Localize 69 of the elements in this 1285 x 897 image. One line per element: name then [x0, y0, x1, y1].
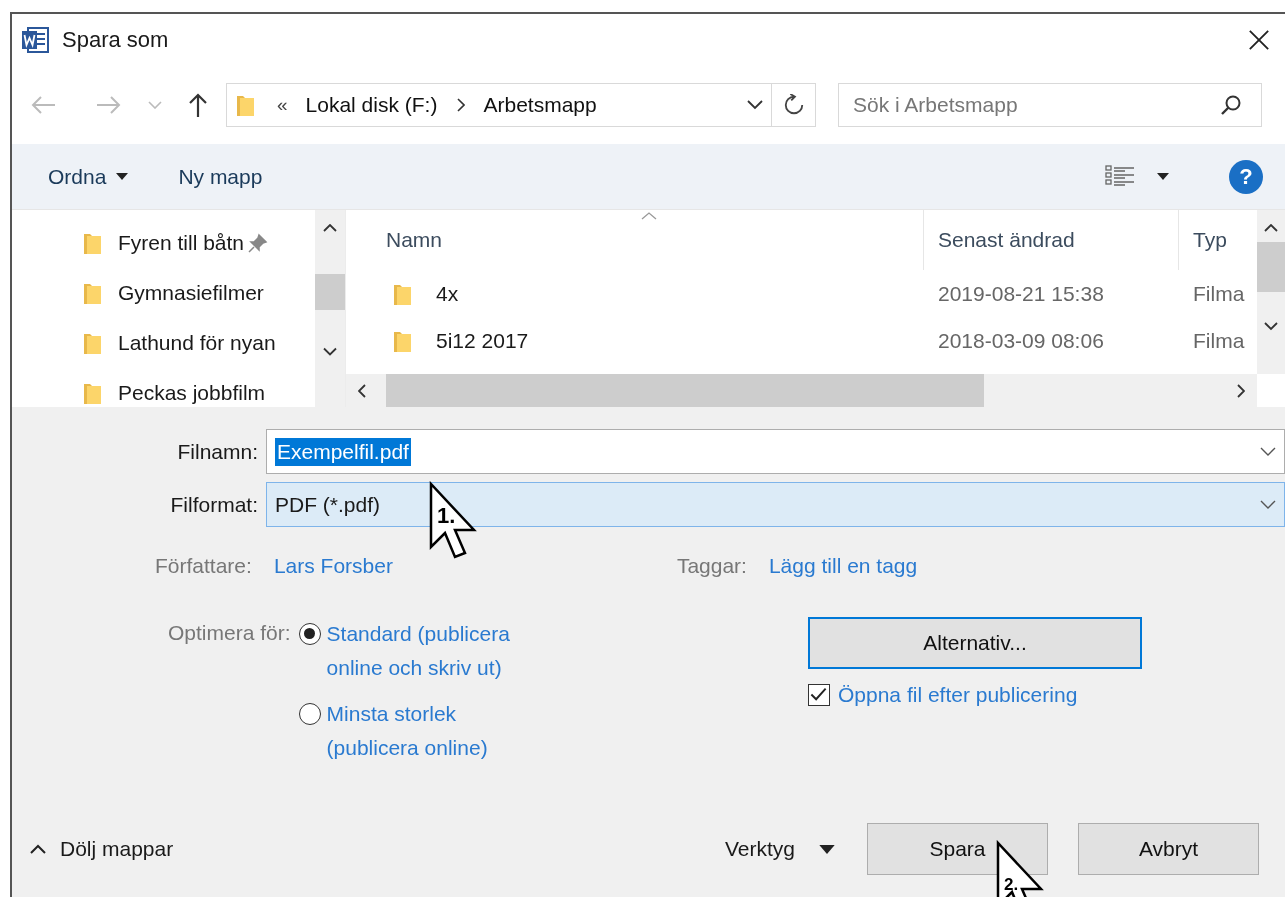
- organize-menu[interactable]: Ordna: [48, 164, 107, 189]
- chevron-down-icon[interactable]: [1260, 499, 1276, 510]
- field-value: Exempelfil.pdf: [275, 437, 411, 466]
- column-header[interactable]: Senast ändrad: [938, 228, 1075, 252]
- caret-icon[interactable]: [116, 173, 129, 180]
- chevron-right-icon[interactable]: [457, 98, 466, 112]
- sidebar-item[interactable]: Fyren till båtn: [118, 231, 245, 255]
- column-header[interactable]: Namn: [386, 228, 443, 252]
- table-cell: 2019-08-21 15:38: [938, 281, 1104, 306]
- radio-button[interactable]: [298, 623, 321, 645]
- breadcrumb-item[interactable]: Lokal disk (F:): [305, 93, 438, 117]
- scrollbar[interactable]: [1257, 210, 1285, 374]
- save-button[interactable]: Spara: [867, 823, 1048, 875]
- search-field[interactable]: Sök i Arbetsmapp: [838, 83, 1262, 127]
- caret-icon[interactable]: [1157, 173, 1169, 180]
- field-label: Filnamn:: [176, 439, 259, 464]
- chevron-left-icon[interactable]: [358, 383, 366, 398]
- refresh-button[interactable]: [772, 83, 816, 127]
- checkbox-label[interactable]: Öppna fil efter publicering: [838, 683, 1078, 707]
- help-button[interactable]: ?: [1229, 159, 1263, 194]
- radio-label[interactable]: Minsta storlek (publicera online): [326, 697, 527, 765]
- tags-label: Taggar:: [676, 554, 747, 578]
- refresh-icon: [782, 94, 805, 116]
- new-folder-button[interactable]: Ny mapp: [178, 164, 263, 189]
- details-view-icon[interactable]: [1105, 164, 1135, 189]
- word-icon: [20, 25, 50, 55]
- address-bar[interactable]: « Lokal disk (F:) Arbetsmapp: [226, 83, 772, 127]
- close-icon[interactable]: [1248, 29, 1270, 51]
- checkbox[interactable]: [808, 684, 830, 706]
- tools-menu[interactable]: Verktyg: [724, 837, 795, 861]
- author-label: Författare:: [155, 554, 252, 578]
- horizontal-scrollbar[interactable]: [346, 374, 1257, 407]
- scrollbar[interactable]: [315, 210, 345, 407]
- chevron-right-icon[interactable]: [1237, 383, 1245, 398]
- scrollbar-thumb[interactable]: [315, 274, 345, 310]
- field-label: Filformat:: [169, 492, 259, 517]
- author-link[interactable]: Lars Forsber: [273, 554, 677, 578]
- table-cell: 2018-03-09 08:06: [938, 328, 1104, 353]
- step-label: 2.: [1004, 876, 1019, 893]
- search-icon[interactable]: [1220, 94, 1242, 116]
- window-title: Spara som: [62, 27, 169, 53]
- chevron-up-icon[interactable]: [1264, 224, 1278, 232]
- radio-label[interactable]: Standard (publicera online och skriv ut): [326, 617, 527, 685]
- file-name[interactable]: 5i12 2017: [436, 328, 529, 353]
- add-tag-link[interactable]: Lägg till en tagg: [768, 554, 918, 578]
- column-header[interactable]: Typ: [1193, 228, 1227, 252]
- table-cell: Filma: [1193, 328, 1245, 353]
- up-arrow-icon[interactable]: [188, 92, 208, 118]
- chevron-down-icon[interactable]: [747, 100, 763, 110]
- breadcrumb-item[interactable]: Arbetsmapp: [483, 93, 597, 117]
- radio-button[interactable]: [298, 703, 321, 725]
- sidebar-item[interactable]: Peckas jobbfilm: [118, 381, 266, 405]
- chevron-up-icon[interactable]: [30, 844, 46, 854]
- scrollbar-thumb[interactable]: [1257, 242, 1285, 292]
- chevron-up-icon[interactable]: [323, 224, 337, 232]
- sidebar-item[interactable]: Gymnasiefilmer: [118, 281, 264, 305]
- chevron-down-icon[interactable]: [1260, 446, 1276, 457]
- step-label: 1.: [437, 503, 456, 529]
- hide-folders-button[interactable]: Dölj mappar: [60, 837, 174, 861]
- filename-field[interactable]: Exempelfil.pdf: [266, 429, 1285, 474]
- overflow-chevron[interactable]: «: [277, 94, 288, 116]
- scrollbar-thumb[interactable]: [386, 374, 984, 407]
- cancel-button[interactable]: Avbryt: [1078, 823, 1259, 875]
- file-name[interactable]: 4x: [436, 281, 459, 306]
- options-button[interactable]: Alternativ...: [808, 617, 1142, 669]
- table-cell: Filma: [1193, 281, 1245, 306]
- optimize-label: Optimera för:: [168, 621, 291, 646]
- sidebar-item[interactable]: Lathund för nyan: [118, 331, 276, 355]
- caret-icon[interactable]: [819, 844, 835, 854]
